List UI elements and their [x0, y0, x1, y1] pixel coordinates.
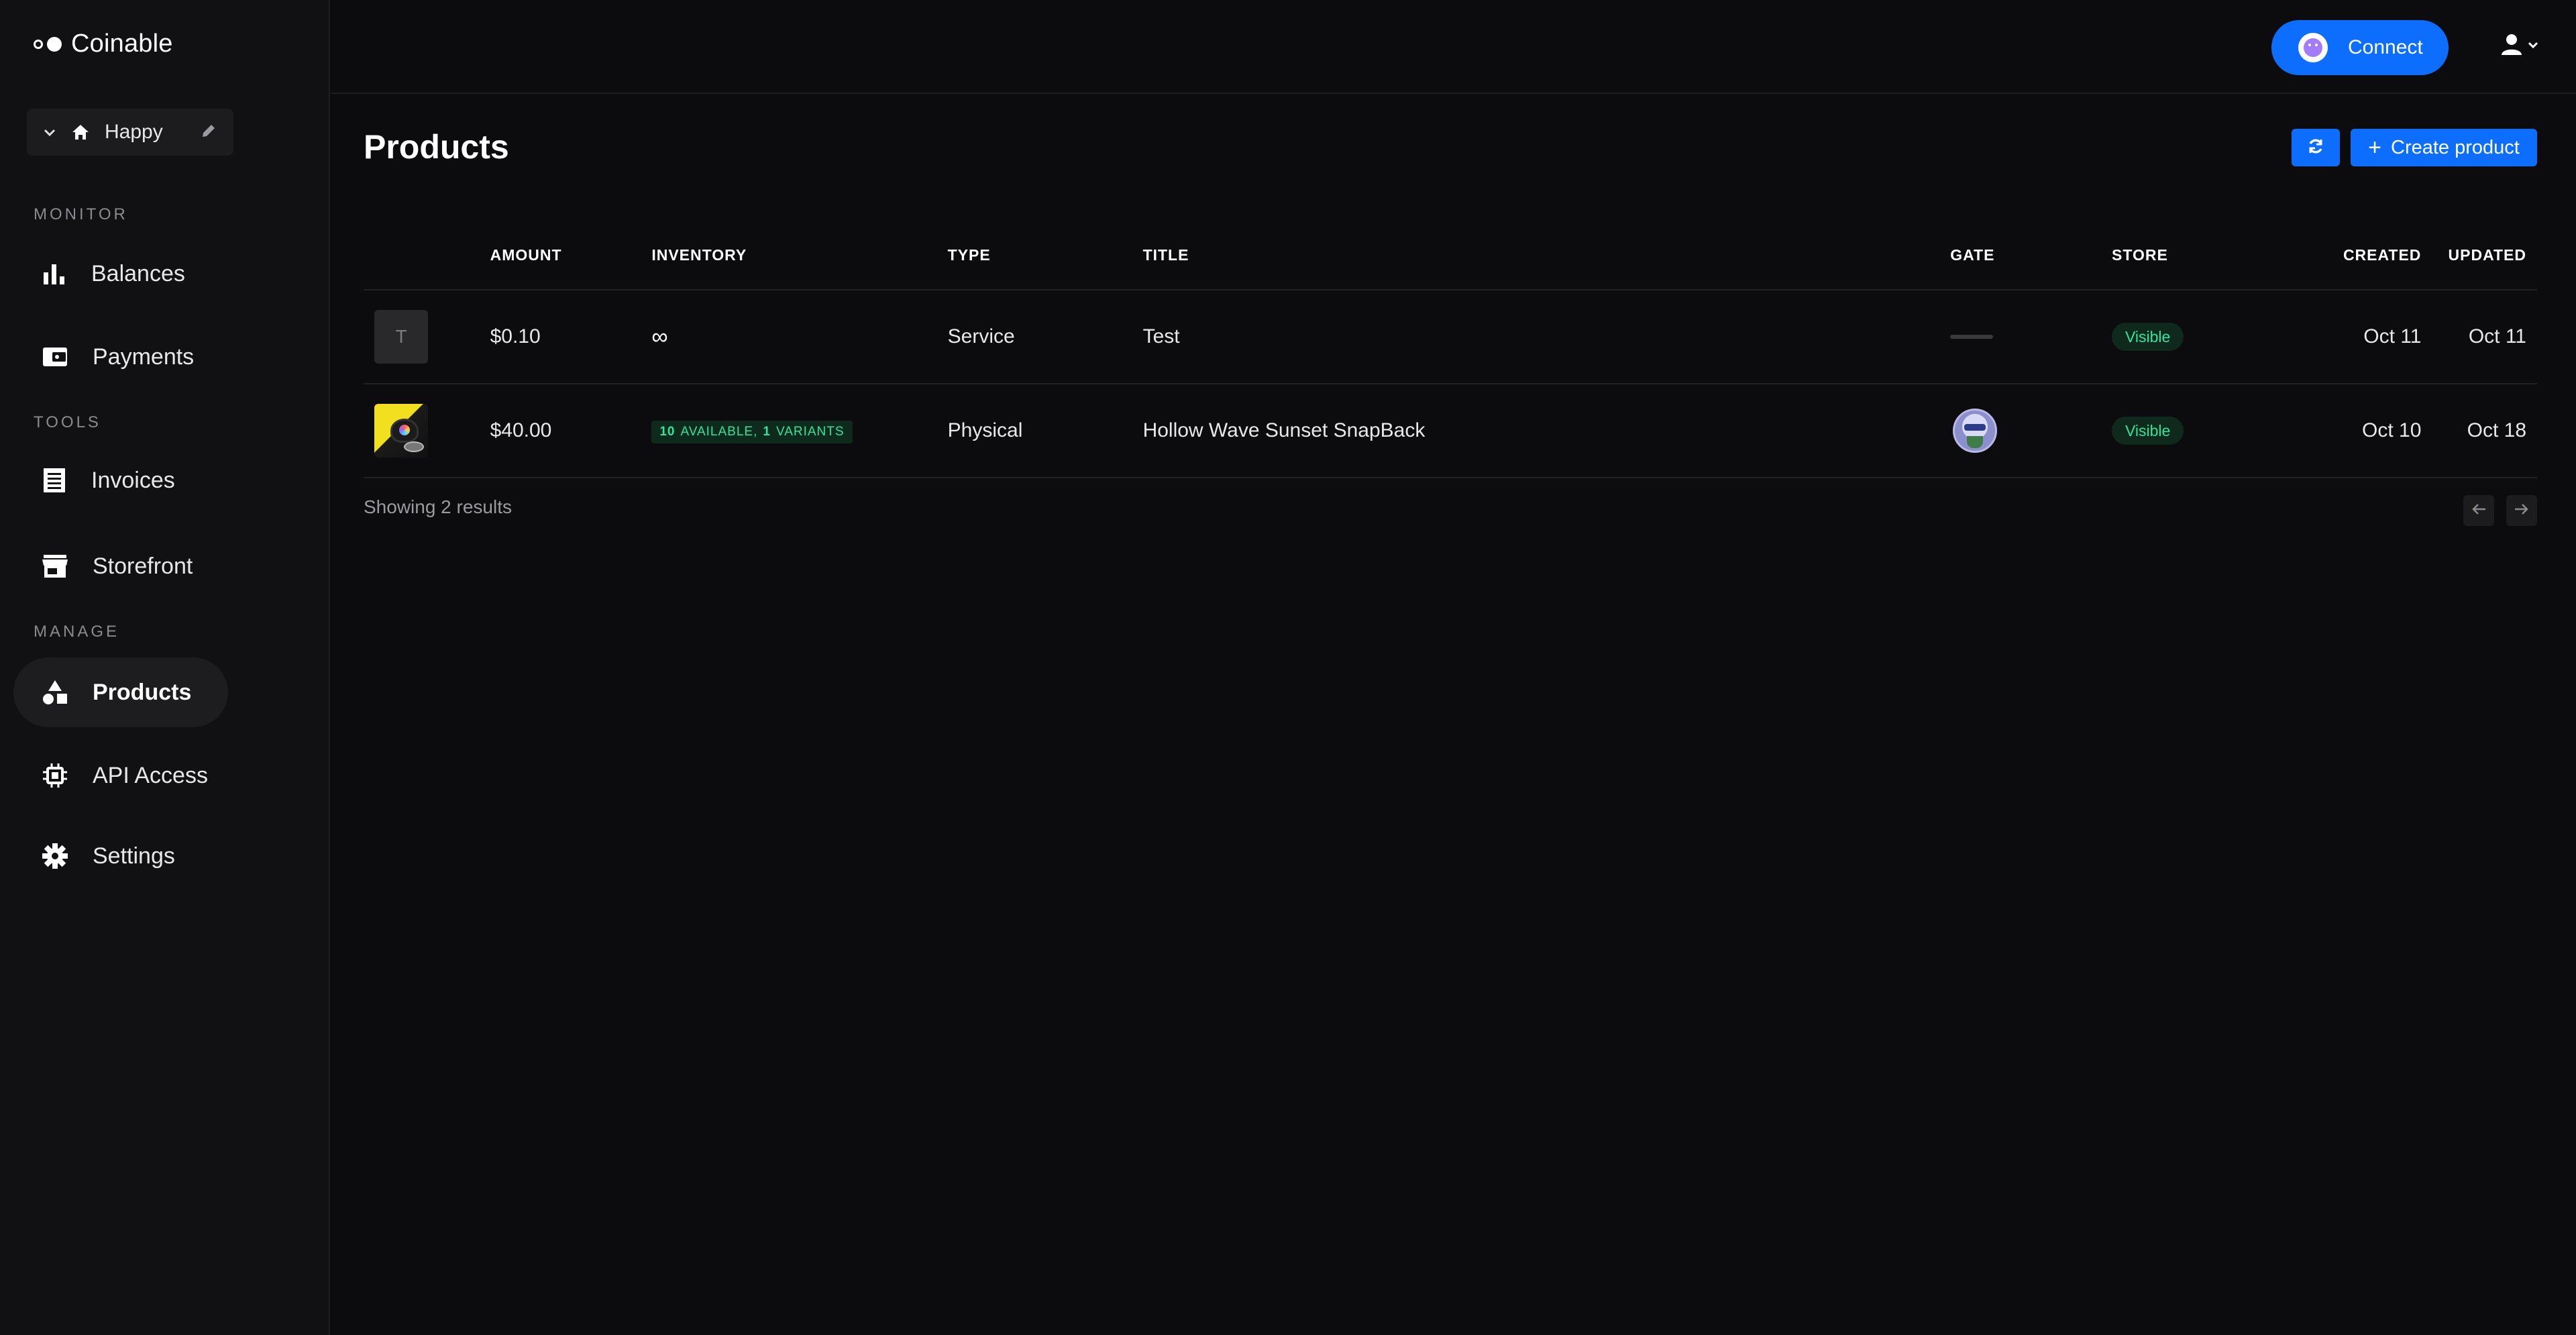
- status-badge: Visible: [2112, 323, 2184, 351]
- cell-updated: Oct 18: [2421, 384, 2537, 478]
- section-label-manage: MANAGE: [34, 623, 120, 641]
- sidebar-item-label: Payments: [93, 343, 195, 370]
- chip-icon: [42, 762, 68, 789]
- topbar: Connect: [331, 0, 2576, 94]
- edit-pencil-icon[interactable]: [200, 122, 217, 143]
- user-icon: [2500, 32, 2524, 60]
- inventory-variants-label: VARIANTS: [775, 425, 845, 439]
- gate-empty-dash: [1950, 335, 1994, 339]
- receipt-icon: [42, 467, 67, 494]
- sidebar-item-products[interactable]: Products: [13, 657, 228, 727]
- phantom-wallet-icon: [2298, 33, 2328, 62]
- sidebar-item-label: Invoices: [91, 467, 175, 493]
- inventory-badge: 10 AVAILABLE, 1 VARIANTS: [651, 421, 853, 443]
- connect-label: Connect: [2348, 36, 2423, 58]
- app-name: Coinable: [71, 30, 173, 58]
- inventory-available-label: AVAILABLE,: [680, 425, 758, 439]
- sidebar: Coinable Happy MONITOR Balances Payments…: [0, 0, 330, 1335]
- cell-type: Service: [947, 290, 1143, 384]
- coinable-logo-icon: [34, 36, 62, 52]
- header-store[interactable]: STORE: [2112, 221, 2273, 290]
- product-thumbnail: T: [374, 310, 428, 364]
- sidebar-item-storefront[interactable]: Storefront: [13, 531, 228, 601]
- previous-page-button[interactable]: [2463, 495, 2494, 526]
- cell-title: Test: [1142, 290, 1951, 384]
- section-label-monitor: MONITOR: [34, 205, 128, 223]
- cell-updated: Oct 11: [2421, 290, 2537, 384]
- sidebar-item-label: Products: [93, 679, 192, 705]
- store-name: Happy: [105, 121, 163, 143]
- user-menu[interactable]: [2500, 32, 2538, 60]
- arrow-right-icon: [2514, 502, 2530, 519]
- inventory-infinite: ∞: [651, 323, 668, 350]
- sidebar-item-label: API Access: [93, 762, 208, 788]
- refresh-button[interactable]: [2292, 129, 2340, 166]
- cell-amount: $0.10: [490, 290, 652, 384]
- shapes-icon: [42, 679, 68, 706]
- header-type[interactable]: TYPE: [947, 221, 1143, 290]
- sidebar-item-label: Storefront: [93, 553, 193, 579]
- header-updated[interactable]: UPDATED: [2421, 221, 2537, 290]
- chevron-down-icon: [43, 123, 56, 141]
- wallet-icon: [42, 345, 68, 369]
- create-product-button[interactable]: + Create product: [2351, 129, 2537, 166]
- connect-wallet-button[interactable]: Connect: [2271, 20, 2449, 75]
- arrow-left-icon: [2471, 502, 2487, 519]
- chevron-down-icon: [2528, 40, 2538, 52]
- section-label-tools: TOOLS: [34, 413, 101, 431]
- header-title[interactable]: TITLE: [1142, 221, 1951, 290]
- sidebar-item-api-access[interactable]: API Access: [13, 741, 228, 810]
- cell-amount: $40.00: [490, 384, 652, 478]
- gear-icon: [42, 843, 68, 869]
- create-product-label: Create product: [2391, 136, 2520, 158]
- cell-title: Hollow Wave Sunset SnapBack: [1142, 384, 1951, 478]
- sidebar-item-settings[interactable]: Settings: [13, 821, 228, 891]
- header-created[interactable]: CREATED: [2273, 221, 2422, 290]
- sidebar-item-balances[interactable]: Balances: [13, 239, 228, 309]
- header-gate[interactable]: GATE: [1950, 221, 2112, 290]
- storefront-icon: [42, 553, 68, 579]
- sidebar-item-label: Balances: [91, 260, 185, 286]
- sidebar-item-invoices[interactable]: Invoices: [13, 445, 228, 515]
- cell-created: Oct 11: [2273, 290, 2422, 384]
- store-switcher[interactable]: Happy: [27, 109, 233, 156]
- table-header-row: AMOUNT INVENTORY TYPE TITLE GATE STORE C…: [364, 221, 2537, 290]
- home-icon: [71, 123, 90, 141]
- table-row[interactable]: $40.00 10 AVAILABLE, 1 VARIANTS Physical…: [364, 384, 2537, 478]
- products-table: AMOUNT INVENTORY TYPE TITLE GATE STORE C…: [364, 221, 2537, 478]
- inventory-available-count: 10: [659, 425, 676, 439]
- next-page-button[interactable]: [2506, 495, 2537, 526]
- page-title: Products: [364, 128, 509, 166]
- sidebar-item-label: Settings: [93, 843, 175, 869]
- app-root: Coinable Happy MONITOR Balances Payments…: [0, 0, 2576, 1335]
- pagination: [2463, 495, 2537, 526]
- results-count: Showing 2 results: [364, 496, 513, 517]
- header-thumbnail: [364, 221, 490, 290]
- inventory-variants-count: 1: [763, 425, 771, 439]
- gate-nft-avatar[interactable]: [1953, 409, 1998, 453]
- plus-icon: +: [2368, 135, 2382, 160]
- refresh-icon: [2306, 137, 2325, 159]
- product-image: [374, 404, 428, 458]
- table-row[interactable]: T $0.10 ∞ Service Test Visible Oct 11 Oc…: [364, 290, 2537, 384]
- header-amount[interactable]: AMOUNT: [490, 221, 652, 290]
- bar-chart-icon: [42, 262, 67, 286]
- app-logo[interactable]: Coinable: [34, 30, 173, 58]
- cell-created: Oct 10: [2273, 384, 2422, 478]
- header-inventory[interactable]: INVENTORY: [651, 221, 948, 290]
- cell-type: Physical: [947, 384, 1143, 478]
- status-badge: Visible: [2112, 417, 2184, 445]
- sidebar-item-payments[interactable]: Payments: [13, 322, 228, 392]
